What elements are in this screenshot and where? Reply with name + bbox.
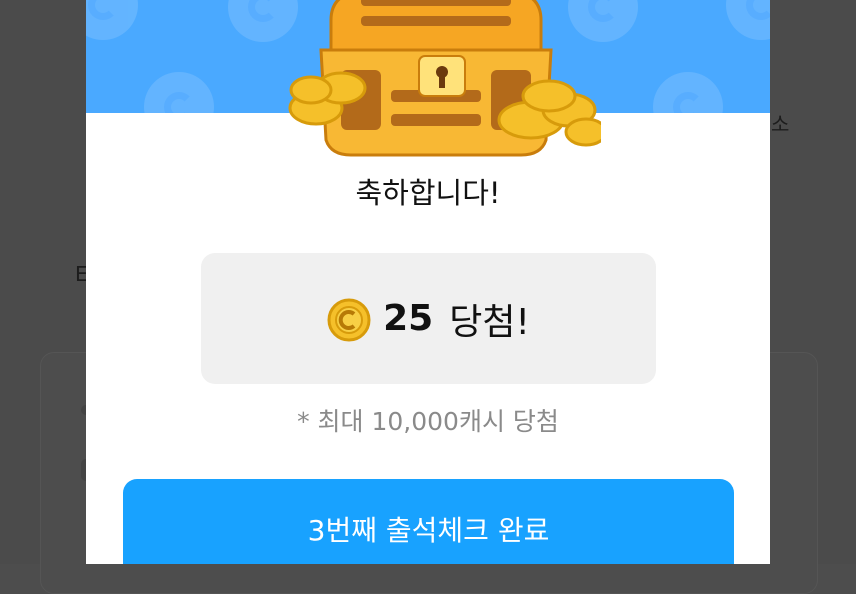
banner-coin-decoration xyxy=(726,0,770,40)
banner-coin-decoration xyxy=(86,0,138,40)
reward-modal: 축하합니다! 25 당첨! * 최대 10,000캐시 당첨 3번째 출석체크 … xyxy=(86,0,770,564)
prize-suffix: 당첨! xyxy=(449,301,530,343)
prize-row: 25 당첨! xyxy=(201,253,656,384)
prize-amount: 25 xyxy=(383,298,434,339)
banner-coin-decoration xyxy=(653,72,723,113)
treasure-chest-icon xyxy=(288,0,601,157)
congratulations-title: 축하합니다! xyxy=(355,176,501,210)
coin-icon xyxy=(327,298,371,341)
prize-box: 25 당첨! xyxy=(201,253,656,384)
banner-coin-decoration xyxy=(144,72,214,113)
background-text-right: 소 xyxy=(771,112,790,136)
attendance-complete-button[interactable]: 3번째 출석체크 완료 xyxy=(123,479,734,564)
max-prize-note: * 최대 10,000캐시 당첨 xyxy=(297,407,559,436)
attendance-complete-label: 3번째 출석체크 완료 xyxy=(307,514,550,547)
